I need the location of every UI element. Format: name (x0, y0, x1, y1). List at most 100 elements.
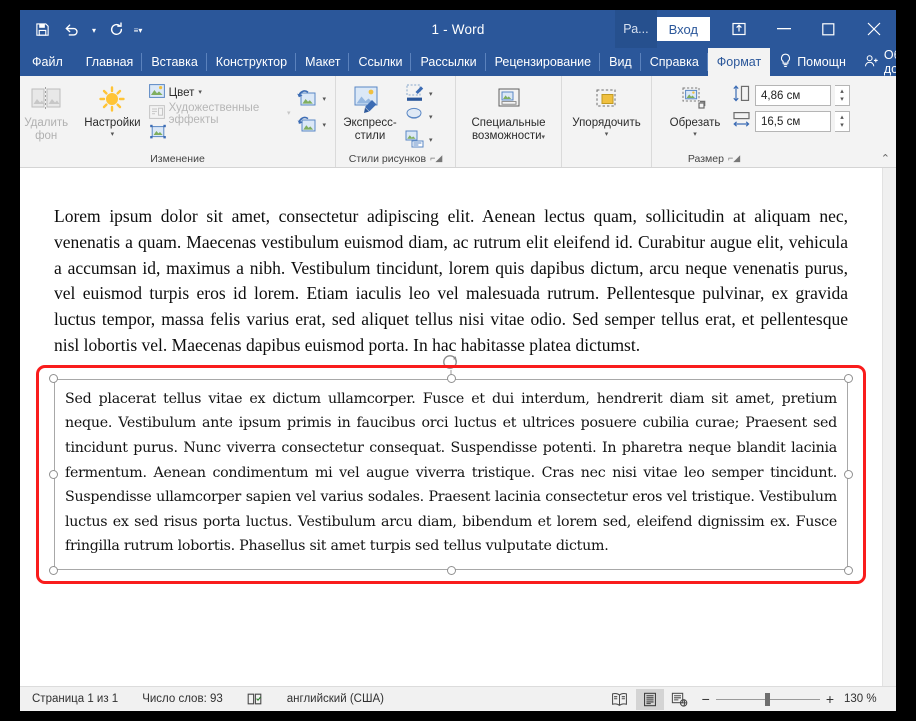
close-icon[interactable] (851, 10, 896, 48)
zoom-thumb[interactable] (765, 693, 770, 706)
account-label[interactable]: Ра... (615, 10, 656, 48)
tab-file[interactable]: Файл (20, 48, 77, 76)
artistic-effects-button[interactable]: Художественные эффекты ▾ (146, 103, 294, 124)
tab-format[interactable]: Формат (708, 48, 770, 76)
crop-button[interactable]: Обрезать ▾ (664, 80, 726, 139)
read-mode-view-button[interactable] (606, 689, 634, 710)
remove-background-button[interactable]: Удалить фон (22, 80, 70, 142)
tab-mailings[interactable]: Рассылки (411, 48, 485, 76)
tab-help[interactable]: Справка (641, 48, 708, 76)
change-picture-dropdown-icon[interactable]: ▾ (322, 96, 326, 104)
tell-me-button[interactable]: Помощн (770, 48, 855, 76)
maximize-icon[interactable] (806, 10, 851, 48)
resize-handle-middle-right[interactable] (844, 470, 853, 479)
resize-handle-bottom-right[interactable] (844, 566, 853, 575)
shape-width-field[interactable]: 16,5 см ▴▾ (732, 110, 850, 133)
resize-handle-bottom-center[interactable] (447, 566, 456, 575)
picture-border-button[interactable]: ▾ (402, 82, 436, 106)
save-icon[interactable] (28, 16, 56, 42)
picture-effects-dropdown-icon[interactable]: ▾ (429, 114, 433, 122)
proofing-icon[interactable] (247, 692, 287, 706)
corrections-dropdown-icon[interactable]: ▾ (111, 131, 115, 139)
tab-review[interactable]: Рецензирование (486, 48, 601, 76)
picture-styles-dialog-launcher-icon[interactable]: ⌐◢ (430, 153, 442, 164)
resize-handle-top-center[interactable] (447, 374, 456, 383)
tab-layout[interactable]: Макет (296, 48, 349, 76)
shape-height-field[interactable]: 4,86 см ▴▾ (732, 84, 850, 107)
shape-width-input[interactable]: 16,5 см (755, 111, 831, 132)
word-count[interactable]: Число слов: 93 (142, 693, 247, 705)
tab-design[interactable]: Конструктор (207, 48, 296, 76)
undo-dropdown-icon[interactable]: ▾ (88, 16, 100, 42)
tab-view[interactable]: Вид (600, 48, 641, 76)
zoom-in-button[interactable]: + (826, 693, 834, 705)
print-layout-view-button[interactable] (636, 689, 664, 710)
alt-text-label-1: Специальные (470, 117, 546, 130)
artistic-effects-icon (149, 105, 165, 122)
ribbon-display-options-icon[interactable] (716, 10, 761, 48)
resize-handle-bottom-left[interactable] (49, 566, 58, 575)
language-indicator[interactable]: английский (США) (287, 693, 408, 705)
body-paragraph[interactable]: Lorem ipsum dolor sit amet, consectetur … (54, 204, 848, 359)
quick-styles-button[interactable]: Экспресс- стили (338, 80, 402, 142)
tell-me-label: Помощн (797, 55, 846, 69)
alt-text-button[interactable]: Специальные возможности▾ (459, 80, 559, 142)
corrections-button[interactable]: Настройки ▾ (83, 80, 141, 139)
zoom-track[interactable] (716, 699, 820, 700)
reset-picture-dropdown-icon[interactable]: ▾ (322, 122, 326, 130)
selected-textbox[interactable]: Sed placerat tellus vitae ex dictum ulla… (54, 379, 848, 570)
crop-dropdown-icon[interactable]: ▾ (693, 131, 697, 139)
page-indicator[interactable]: Страница 1 из 1 (32, 693, 142, 705)
picture-styles-label-text: Стили рисунков (349, 153, 426, 165)
alt-text-dropdown-icon[interactable]: ▾ (542, 134, 546, 141)
share-button[interactable]: Общий доступ (855, 48, 896, 76)
ribbon-group-size-label: Размер ⌐◢ (654, 152, 894, 167)
picture-layout-button[interactable]: ▾ (402, 129, 436, 152)
tab-references[interactable]: Ссылки (349, 48, 411, 76)
textbox-paragraph[interactable]: Sed placerat tellus vitae ex dictum ulla… (65, 387, 837, 559)
picture-layout-dropdown-icon[interactable]: ▾ (429, 137, 433, 145)
arrange-button[interactable]: Упорядочить ▾ (564, 80, 649, 139)
shape-height-input[interactable]: 4,86 см (755, 85, 831, 106)
arrange-dropdown-icon[interactable]: ▾ (605, 131, 609, 139)
color-icon (149, 84, 165, 101)
tab-insert[interactable]: Вставка (142, 48, 206, 76)
color-button[interactable]: Цвет ▾ (146, 82, 294, 103)
tab-home[interactable]: Главная (77, 48, 143, 76)
vertical-scrollbar[interactable] (882, 168, 896, 686)
collapse-ribbon-icon[interactable]: ⌃ (881, 152, 890, 165)
zoom-out-button[interactable]: − (702, 693, 710, 705)
ribbon-group-size: Обрезать ▾ 4,86 см ▴▾ (652, 76, 896, 167)
undo-icon[interactable] (58, 16, 86, 42)
quick-styles-label-1: Экспресс- (342, 117, 398, 130)
shape-height-stepper[interactable]: ▴▾ (835, 85, 850, 106)
ribbon-group-arrange-label (564, 152, 649, 167)
change-picture-button[interactable]: ▾ (293, 86, 329, 112)
document-page[interactable]: Lorem ipsum dolor sit amet, consectetur … (20, 168, 882, 686)
redo-icon[interactable] (102, 16, 130, 42)
shape-width-stepper[interactable]: ▴▾ (835, 111, 850, 132)
crop-label: Обрезать (669, 117, 722, 130)
zoom-slider[interactable]: − + (696, 693, 842, 705)
customize-qat-icon[interactable]: ≡▾ (132, 16, 144, 42)
reset-picture-button[interactable]: ▾ (293, 112, 329, 138)
size-dialog-launcher-icon[interactable]: ⌐◢ (728, 153, 740, 164)
sign-in-button[interactable]: Вход (657, 17, 710, 41)
minimize-icon[interactable] (761, 10, 806, 48)
resize-handle-top-left[interactable] (49, 374, 58, 383)
resize-handle-middle-left[interactable] (49, 470, 58, 479)
crop-icon (680, 83, 710, 117)
compress-pictures-button[interactable] (146, 124, 294, 143)
size-label-text: Размер (688, 153, 724, 165)
selected-textbox-wrapper: Sed placerat tellus vitae ex dictum ulla… (54, 379, 848, 570)
picture-border-dropdown-icon[interactable]: ▾ (429, 91, 433, 99)
color-dropdown-icon[interactable]: ▾ (198, 89, 202, 97)
picture-effects-button[interactable]: ▾ (402, 106, 436, 129)
artistic-effects-dropdown-icon[interactable]: ▾ (287, 110, 291, 118)
rotation-handle-icon[interactable] (441, 351, 461, 371)
color-label: Цвет (169, 87, 195, 99)
zoom-level-label[interactable]: 130 % (844, 693, 886, 705)
resize-handle-top-right[interactable] (844, 374, 853, 383)
share-label: Общий доступ (884, 48, 896, 76)
web-layout-view-button[interactable] (666, 689, 694, 710)
